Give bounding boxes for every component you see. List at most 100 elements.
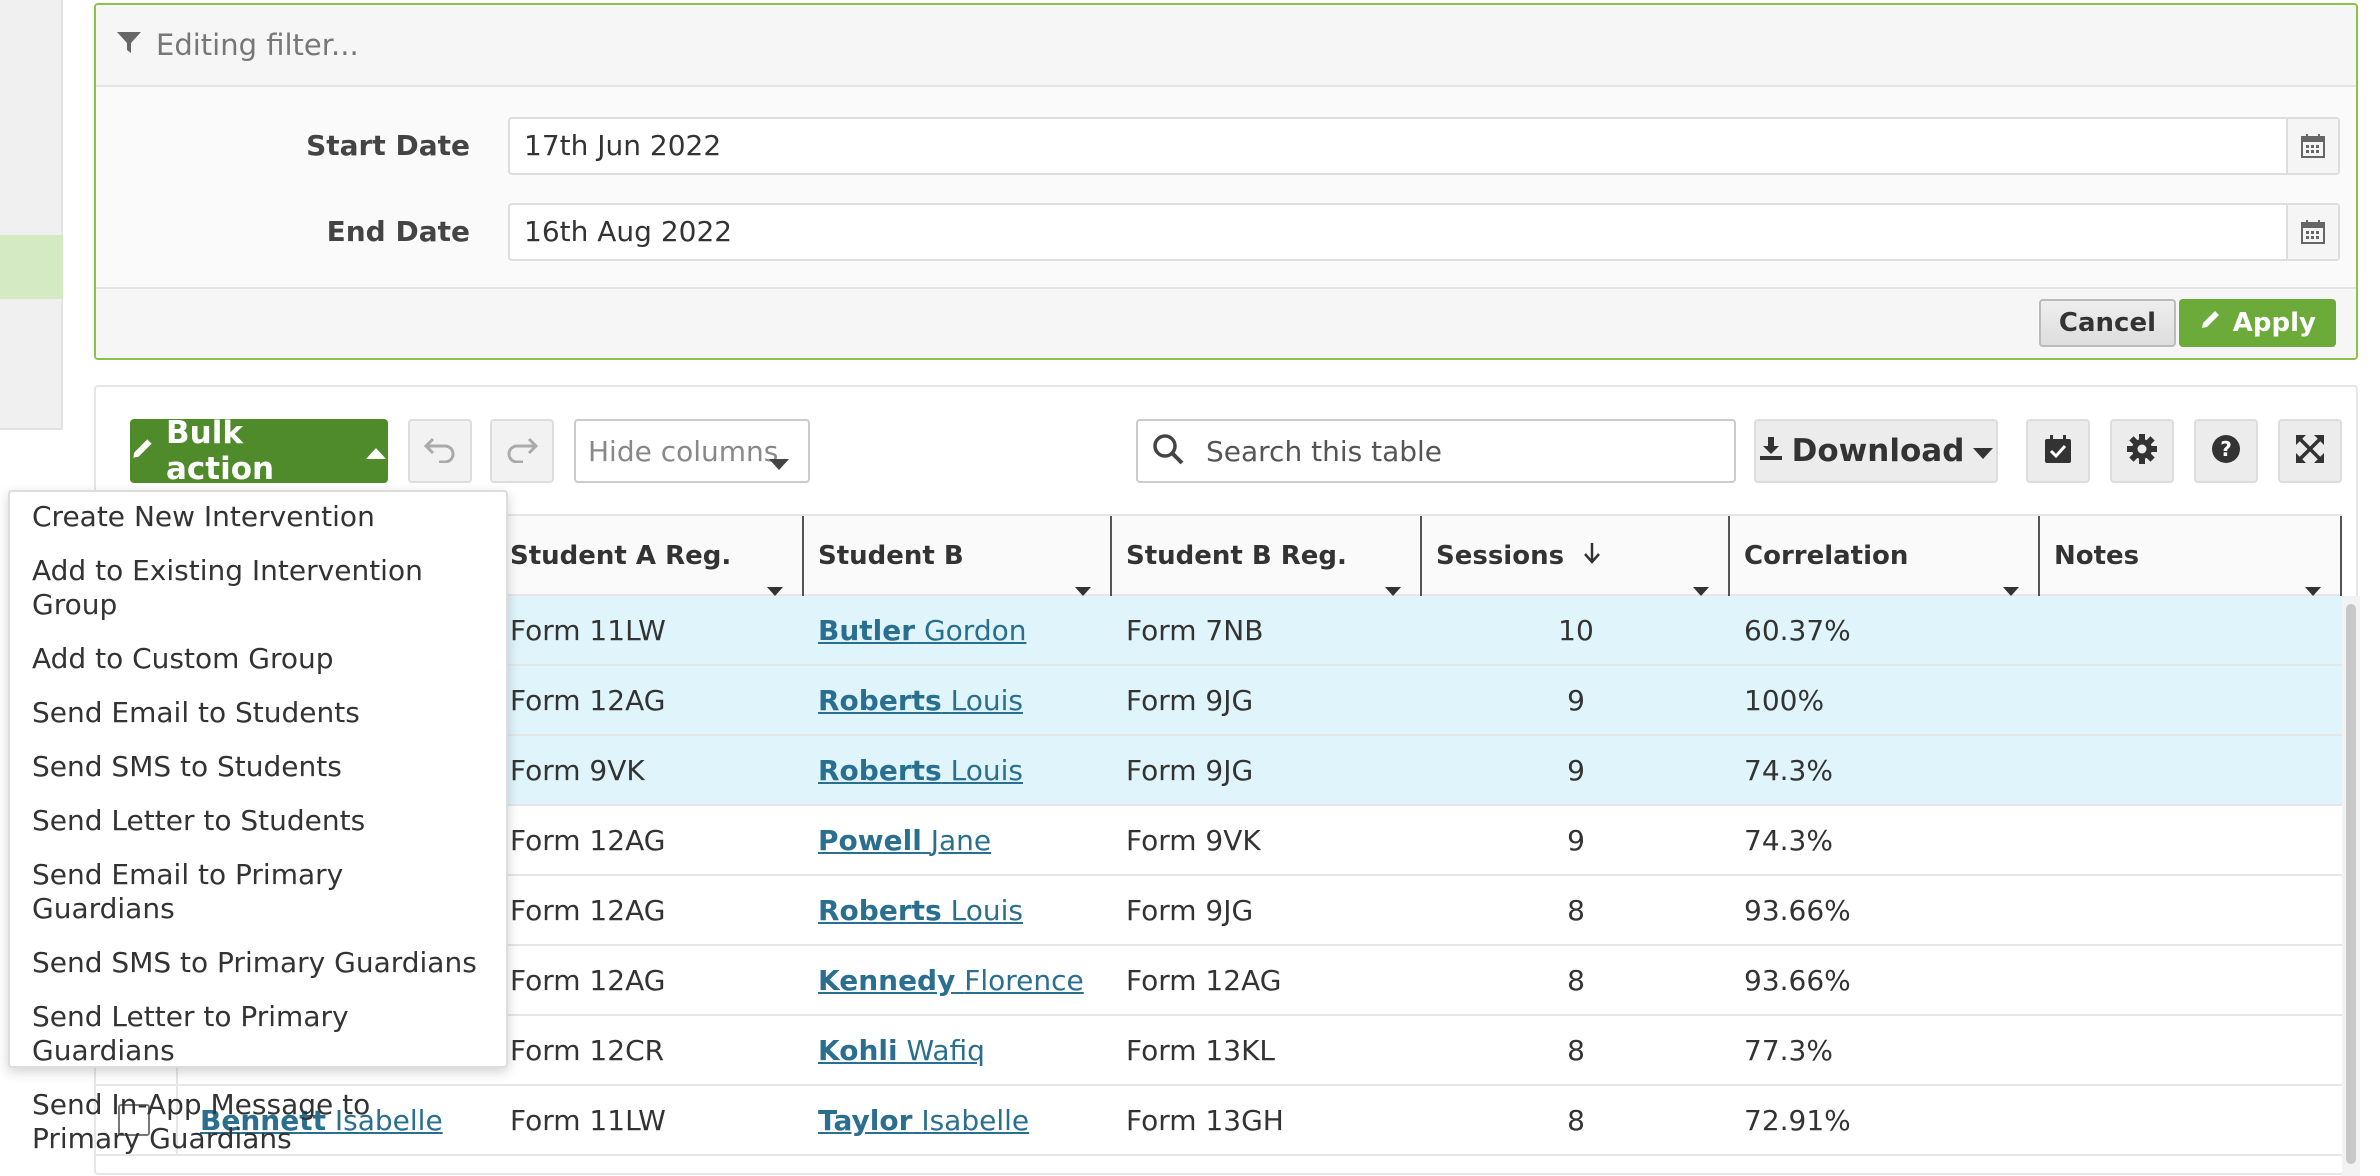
student-b-link[interactable]: Kohli Wafiq (818, 1034, 985, 1067)
student-b-link[interactable]: Roberts Louis (818, 894, 1023, 927)
header-label: Student B (818, 541, 964, 571)
student-b-link[interactable]: Roberts Louis (818, 684, 1023, 717)
menu-item[interactable]: Send SMS to Students (10, 750, 506, 784)
sessions-cell: 9 (1567, 684, 1585, 717)
correlation-cell: 100% (1744, 684, 1825, 717)
download-button[interactable]: Download (1754, 419, 1998, 483)
menu-item[interactable]: Add to Existing Intervention Group (10, 554, 506, 622)
header-student-b[interactable]: Student B (804, 516, 1112, 596)
bulk-action-button[interactable]: Bulk action (130, 415, 388, 487)
menu-item[interactable]: Send Email to Primary Guardians (10, 858, 506, 926)
start-date-value[interactable]: 17th Jun 2022 (510, 119, 2286, 173)
question-circle-icon: ? (2210, 433, 2242, 469)
menu-item[interactable]: Send Email to Students (10, 696, 506, 730)
cancel-button[interactable]: Cancel (2038, 299, 2176, 347)
menu-item[interactable]: Send In-App Message to Primary Guardians (10, 1088, 506, 1156)
svg-text:?: ? (2220, 437, 2232, 461)
sessions-cell: 9 (1567, 754, 1585, 787)
help-button[interactable]: ? (2194, 419, 2258, 483)
notes-cell (2040, 596, 2342, 666)
student-b-form-cell: Form 9JG (1126, 894, 1254, 927)
bulk-action-menu: Create New Intervention Add to Existing I… (8, 490, 508, 1155)
scrollbar-thumb[interactable] (2346, 604, 2356, 1164)
filter-body: Start Date 17th Jun 2022 End Date 16th A… (96, 87, 2356, 291)
sessions-cell: 10 (1558, 614, 1594, 647)
end-date-input[interactable]: 16th Aug 2022 (508, 203, 2340, 261)
start-date-input[interactable]: 17th Jun 2022 (508, 117, 2340, 175)
student-b-link[interactable]: Roberts Louis (818, 754, 1023, 787)
notes-cell (2040, 666, 2342, 736)
student-b-cell: Kennedy Florence (804, 946, 1112, 1016)
menu-item[interactable]: Create New Intervention (10, 500, 506, 534)
correlation-cell: 74.3% (1744, 824, 1833, 857)
student-b-cell: Roberts Louis (804, 876, 1112, 946)
start-date-label: Start Date (306, 129, 470, 162)
header-label: Sessions (1436, 541, 1565, 571)
vertical-scrollbar[interactable] (2342, 596, 2360, 1176)
student-b-link[interactable]: Kennedy Florence (818, 964, 1084, 997)
apply-label: Apply (2232, 308, 2316, 338)
correlation-cell: 74.3% (1744, 754, 1833, 787)
menu-item[interactable]: Add to Custom Group (10, 642, 506, 676)
student-b-cell: Powell Jane (804, 806, 1112, 876)
notes-cell (2040, 946, 2342, 1016)
notes-cell (2040, 1016, 2342, 1086)
gear-icon (2126, 433, 2158, 469)
header-correlation[interactable]: Correlation (1730, 516, 2040, 596)
calendar-check-icon (2042, 433, 2074, 469)
search-placeholder: Search this table (1206, 434, 1443, 468)
calendar-icon[interactable] (2286, 119, 2338, 173)
redo-button[interactable] (490, 419, 554, 483)
menu-item[interactable]: Send SMS to Primary Guardians (10, 946, 506, 980)
hide-columns-select[interactable]: Hide columns (574, 419, 810, 483)
header-label: Correlation (1744, 541, 1909, 571)
end-date-value[interactable]: 16th Aug 2022 (510, 205, 2286, 259)
settings-button[interactable] (2110, 419, 2174, 483)
end-date-row: End Date 16th Aug 2022 (96, 203, 2356, 261)
sort-down-arrow-icon (1583, 541, 1601, 571)
end-date-label: End Date (326, 215, 470, 248)
sessions-cell: 8 (1567, 1034, 1585, 1067)
student-a-form-cell: Form 12AG (510, 894, 666, 927)
student-b-link[interactable]: Taylor Isabelle (818, 1104, 1029, 1137)
student-a-form-cell: Form 12AG (510, 824, 666, 857)
fullscreen-button[interactable] (2278, 419, 2342, 483)
correlation-cell: 93.66% (1744, 964, 1851, 997)
caret-down-icon (1972, 433, 1994, 469)
pencil-icon (130, 433, 156, 469)
sidebar-active-highlight (0, 235, 63, 299)
student-b-cell: Roberts Louis (804, 666, 1112, 736)
menu-item[interactable]: Send Letter to Primary Guardians (10, 1000, 506, 1068)
undo-button[interactable] (408, 419, 472, 483)
sessions-cell: 8 (1567, 1104, 1585, 1137)
header-label: Notes (2054, 541, 2140, 571)
student-a-form-cell: Form 9VK (510, 754, 645, 787)
student-b-form-cell: Form 9JG (1126, 684, 1254, 717)
student-b-cell: Butler Gordon (804, 596, 1112, 666)
student-a-form-cell: Form 11LW (510, 614, 666, 647)
sessions-cell: 8 (1567, 964, 1585, 997)
header-student-a-form[interactable]: Student A Reg. Form (496, 516, 804, 651)
student-b-cell: Roberts Louis (804, 736, 1112, 806)
notes-cell (2040, 876, 2342, 946)
start-date-row: Start Date 17th Jun 2022 (96, 117, 2356, 175)
student-b-link[interactable]: Powell Jane (818, 824, 991, 857)
search-input[interactable]: Search this table (1136, 419, 1736, 483)
calendar-icon[interactable] (2286, 205, 2338, 259)
student-a-form-cell: Form 12AG (510, 964, 666, 997)
header-sessions[interactable]: Sessions (1422, 516, 1730, 596)
select-columns-button[interactable] (2026, 419, 2090, 483)
notes-cell (2040, 736, 2342, 806)
student-b-form-cell: Form 9JG (1126, 754, 1254, 787)
student-b-form-cell: Form 7NB (1126, 614, 1264, 647)
student-b-link[interactable]: Butler Gordon (818, 614, 1026, 647)
sessions-cell: 9 (1567, 824, 1585, 857)
filter-panel: Editing filter... Start Date 17th Jun 20… (94, 3, 2358, 360)
undo-icon (423, 435, 457, 467)
header-student-b-form[interactable]: Student B Reg. Form (1112, 516, 1422, 651)
redo-icon (505, 435, 539, 467)
header-notes[interactable]: Notes (2040, 516, 2342, 596)
apply-button[interactable]: Apply (2178, 299, 2336, 347)
sessions-cell: 8 (1567, 894, 1585, 927)
menu-item[interactable]: Send Letter to Students (10, 804, 506, 838)
